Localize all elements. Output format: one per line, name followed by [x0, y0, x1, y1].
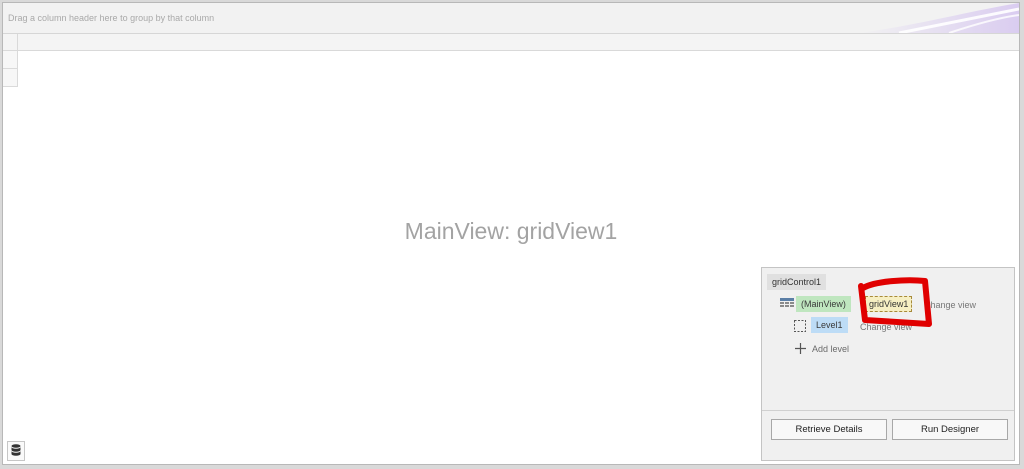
change-view-link[interactable]: Change view [924, 300, 976, 310]
designer-footer: Retrieve Details Run Designer [762, 410, 1014, 461]
group-panel-hint: Drag a column header here to group by th… [8, 13, 215, 23]
data-source-button[interactable] [7, 441, 25, 461]
retrieve-details-button[interactable]: Retrieve Details [771, 419, 887, 440]
database-icon [11, 444, 21, 456]
skin-swoosh-decoration [859, 3, 1019, 33]
level-designer-panel: gridControl1 (MainView) gridView1 Change… [761, 267, 1015, 461]
column-header-row[interactable] [3, 34, 1019, 51]
level-tag[interactable]: Level1 [811, 317, 848, 333]
plus-icon[interactable] [795, 343, 806, 354]
group-panel[interactable]: Drag a column header here to group by th… [3, 3, 1019, 34]
grid-control-name: gridControl1 [767, 274, 827, 290]
level-change-view-link[interactable]: Change view [860, 322, 912, 332]
header-indicator-cell [3, 34, 18, 50]
run-designer-button[interactable]: Run Designer [892, 419, 1008, 440]
main-view-placeholder: MainView: gridView1 [404, 218, 618, 244]
row-indicator-cell[interactable] [3, 69, 18, 87]
row-indicator-cell[interactable] [3, 51, 18, 69]
grid-view-icon [780, 298, 794, 307]
level-placeholder-icon [794, 320, 806, 332]
add-level-link[interactable]: Add level [812, 344, 849, 354]
main-view-tag: (MainView) [796, 296, 851, 312]
grid-view-name-tag[interactable]: gridView1 [865, 296, 913, 312]
